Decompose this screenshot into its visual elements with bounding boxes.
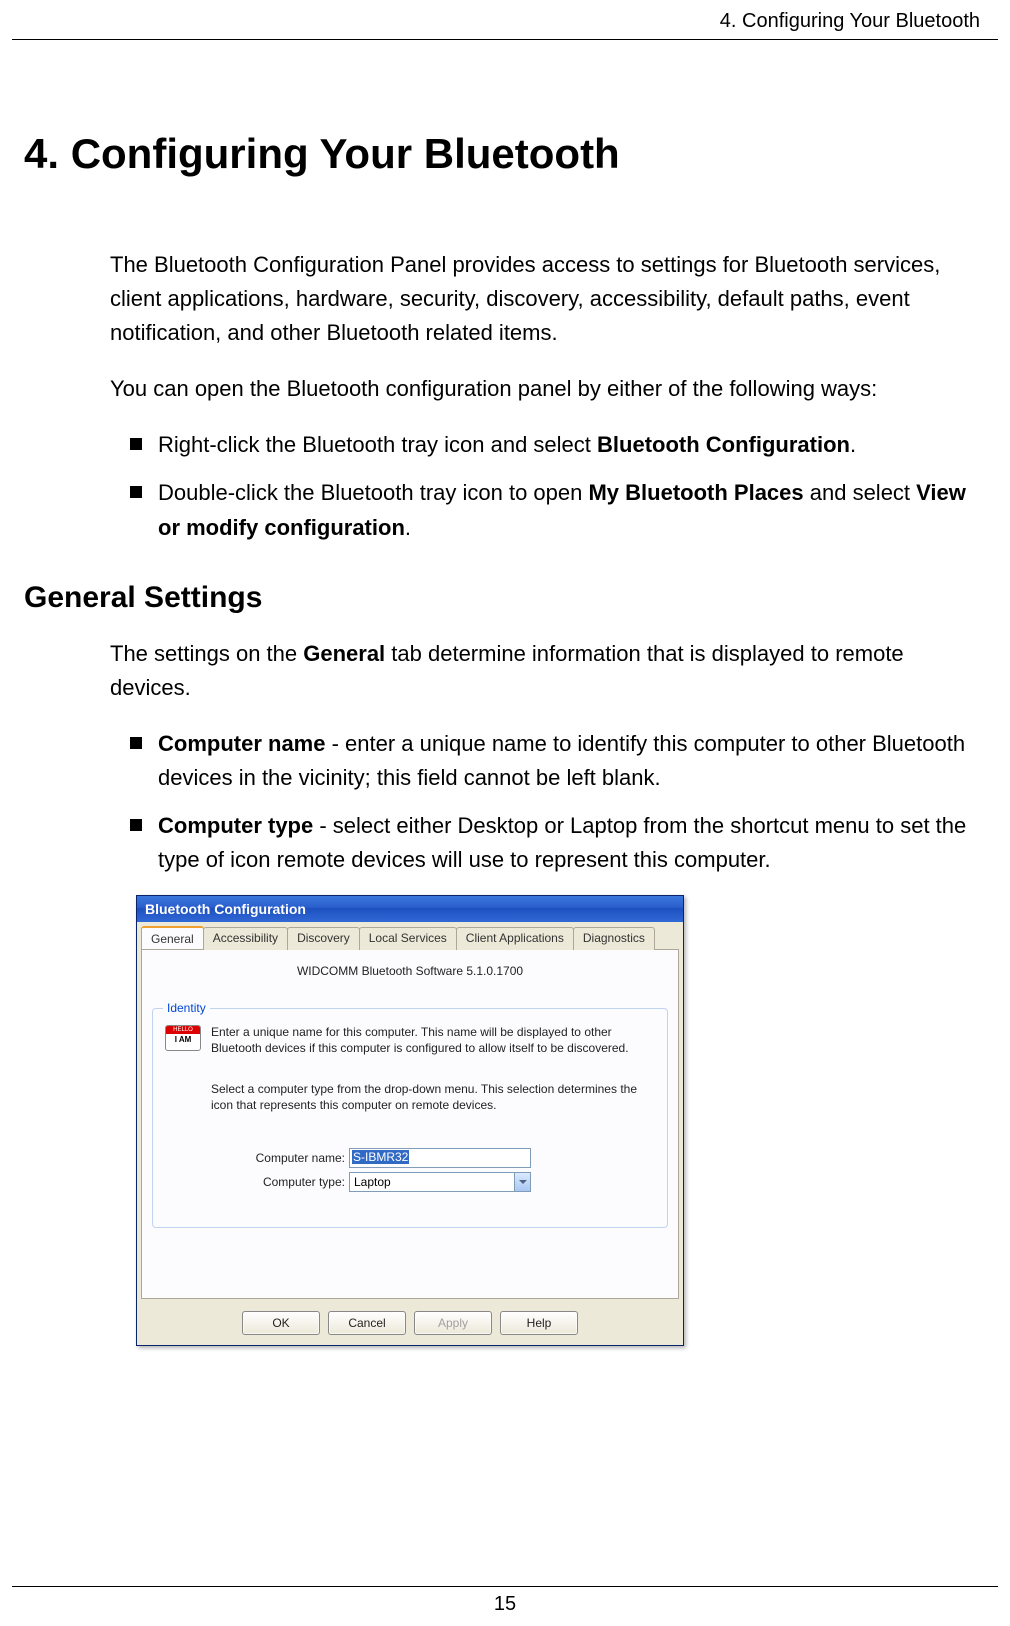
tab-strip: General Accessibility Discovery Local Se…: [137, 922, 683, 949]
software-version-label: WIDCOMM Bluetooth Software 5.1.0.1700: [152, 964, 668, 978]
computer-name-input[interactable]: S-IBMR32: [349, 1148, 531, 1168]
tab-panel-general: WIDCOMM Bluetooth Software 5.1.0.1700 Id…: [141, 949, 679, 1299]
page-number: 15: [12, 1586, 998, 1616]
general-settings-paragraph: The settings on the General tab determin…: [110, 637, 986, 705]
computer-type-label: Computer type:: [245, 1175, 345, 1189]
tab-diagnostics[interactable]: Diagnostics: [573, 927, 655, 950]
computer-type-select[interactable]: Laptop: [349, 1172, 531, 1192]
list-item: Double-click the Bluetooth tray icon to …: [130, 476, 986, 544]
apply-button[interactable]: Apply: [414, 1311, 492, 1335]
identity-groupbox: Identity HELLO I AM Enter a unique name …: [152, 1008, 668, 1228]
tab-general[interactable]: General: [141, 926, 204, 949]
open-methods-paragraph: You can open the Bluetooth configuration…: [110, 372, 986, 406]
groupbox-legend: Identity: [163, 1001, 210, 1015]
screenshot-bluetooth-config: Bluetooth Configuration General Accessib…: [136, 895, 986, 1346]
computer-name-label: Computer name:: [245, 1151, 345, 1165]
chevron-down-icon[interactable]: [514, 1173, 530, 1191]
general-settings-list: Computer name - enter a unique name to i…: [110, 727, 986, 877]
cancel-button[interactable]: Cancel: [328, 1311, 406, 1335]
tab-discovery[interactable]: Discovery: [287, 927, 360, 950]
ok-button[interactable]: OK: [242, 1311, 320, 1335]
identity-help-text-2: Select a computer type from the drop-dow…: [211, 1082, 655, 1113]
tab-client-applications[interactable]: Client Applications: [456, 927, 574, 950]
list-item: Computer name - enter a unique name to i…: [130, 727, 986, 795]
identity-help-text-1: Enter a unique name for this computer. T…: [211, 1025, 655, 1056]
chapter-heading: 4. Configuring Your Bluetooth: [0, 40, 1010, 178]
running-header: 4. Configuring Your Bluetooth: [12, 0, 998, 40]
computer-type-value: Laptop: [354, 1175, 391, 1189]
list-item: Right-click the Bluetooth tray icon and …: [130, 428, 986, 462]
tab-accessibility[interactable]: Accessibility: [203, 927, 288, 950]
dialog-button-row: OK Cancel Apply Help: [137, 1303, 683, 1345]
titlebar[interactable]: Bluetooth Configuration: [137, 896, 683, 922]
section-heading-general: General Settings: [0, 581, 1010, 615]
intro-paragraph: The Bluetooth Configuration Panel provid…: [110, 248, 986, 350]
tab-local-services[interactable]: Local Services: [359, 927, 457, 950]
open-methods-list: Right-click the Bluetooth tray icon and …: [110, 428, 986, 544]
name-badge-icon: HELLO I AM: [165, 1025, 201, 1051]
help-button[interactable]: Help: [500, 1311, 578, 1335]
dialog-window: Bluetooth Configuration General Accessib…: [136, 895, 684, 1346]
header-text: 4. Configuring Your Bluetooth: [720, 10, 980, 32]
list-item: Computer type - select either Desktop or…: [130, 809, 986, 877]
